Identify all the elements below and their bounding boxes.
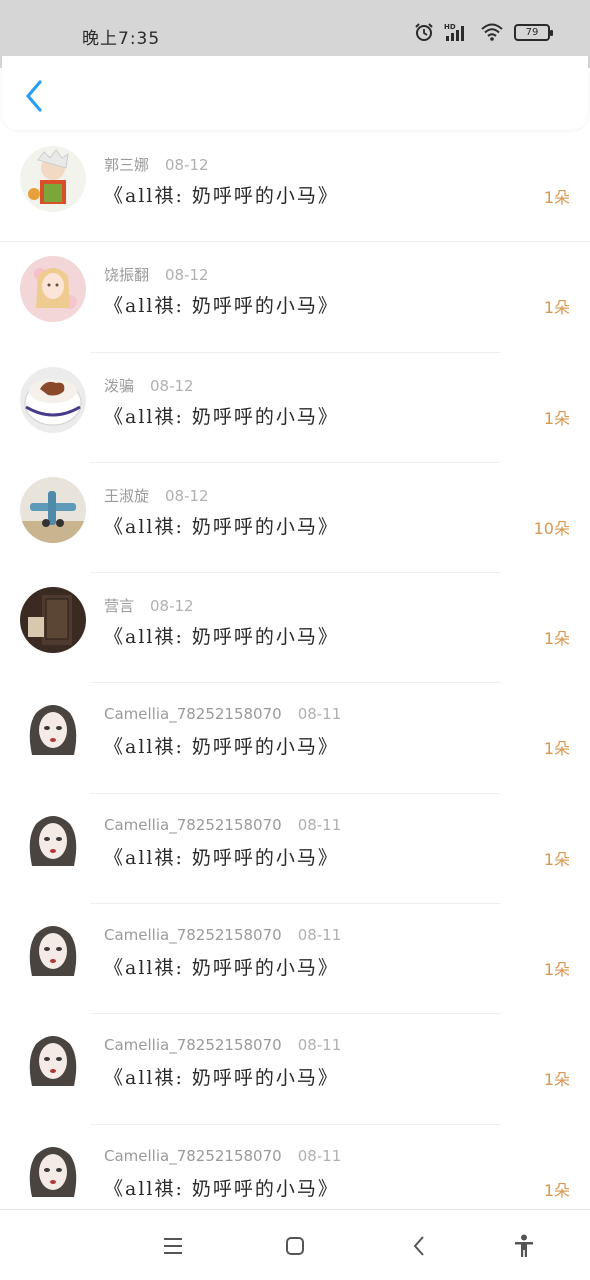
accessibility-icon	[515, 1234, 533, 1257]
list-item[interactable]: 王淑旋 08-12 《all祺: 奶呼呼的小马》 10朵	[0, 463, 590, 574]
avatar[interactable]	[20, 146, 86, 212]
sender-meta: 饶振翻 08-12	[104, 264, 209, 285]
sender-meta: Camellia_78252158070 08-11	[104, 1036, 341, 1054]
home-button[interactable]	[280, 1232, 310, 1260]
sender-name: 饶振翻	[104, 266, 150, 285]
girl-portrait-avatar-icon	[20, 918, 86, 985]
network-label: HD	[444, 23, 456, 31]
list-item[interactable]: Camellia_78252158070 08-11 《all祺: 奶呼呼的小马》…	[0, 1014, 590, 1125]
home-square-icon	[286, 1237, 304, 1255]
anime-blonde-avatar-icon	[20, 256, 86, 323]
menu-button[interactable]	[158, 1232, 188, 1260]
sender-name: 营言	[104, 597, 135, 616]
send-date: 08-12	[165, 156, 209, 174]
flower-count: 1朵	[543, 849, 570, 869]
avatar[interactable]	[20, 256, 86, 323]
book-title: 《all祺: 奶呼呼的小马》	[104, 1067, 339, 1090]
sender-name: Camellia_78252158070	[104, 1036, 282, 1055]
list-item[interactable]: 饶振翻 08-12 《all祺: 奶呼呼的小马》 1朵	[0, 242, 590, 353]
accessibility-button[interactable]	[509, 1232, 539, 1260]
sender-meta: 营言 08-12	[104, 595, 194, 616]
flower-count: 1朵	[543, 739, 570, 759]
flower-count: 1朵	[543, 629, 570, 649]
system-back-button[interactable]	[404, 1232, 434, 1260]
flower-count: 1朵	[543, 1180, 570, 1200]
book-title: 《all祺: 奶呼呼的小马》	[104, 1177, 339, 1200]
book-title: 《all祺: 奶呼呼的小马》	[104, 515, 339, 538]
status-icons: HD 79	[414, 22, 553, 42]
sender-name: Camellia_78252158070	[104, 705, 282, 724]
signal-icon: HD	[444, 22, 470, 42]
book-title: 《all祺: 奶呼呼的小马》	[104, 405, 339, 428]
status-time: 晚上7:35	[82, 29, 161, 49]
sender-name: Camellia_78252158070	[104, 815, 282, 834]
back-button[interactable]	[18, 78, 50, 114]
battery-icon: 79	[514, 23, 553, 41]
girl-portrait-avatar-icon	[20, 1028, 86, 1095]
send-date: 08-12	[150, 597, 194, 616]
alarm-icon	[414, 22, 434, 42]
avatar[interactable]	[20, 366, 86, 433]
sender-name: 王淑旋	[104, 486, 150, 505]
list-item[interactable]: 郭三娜 08-12 《all祺: 奶呼呼的小马》 1朵	[0, 132, 590, 243]
chevron-left-icon	[26, 80, 42, 112]
girl-portrait-avatar-icon	[20, 807, 86, 874]
coffee-cup-avatar-icon	[20, 366, 86, 433]
list-item[interactable]: Camellia_78252158070 08-11 《all祺: 奶呼呼的小马》…	[0, 794, 590, 905]
sender-meta: Camellia_78252158070 08-11	[104, 926, 341, 944]
sender-name: 郭三娜	[104, 156, 150, 174]
avatar[interactable]	[20, 476, 86, 543]
book-title: 《all祺: 奶呼呼的小马》	[104, 957, 339, 980]
back-triangle-icon	[413, 1236, 424, 1256]
send-date: 08-12	[165, 266, 209, 285]
list-item[interactable]: Camellia_78252158070 08-11 《all祺: 奶呼呼的小马》…	[0, 683, 590, 794]
sender-name: Camellia_78252158070	[104, 1146, 282, 1165]
girl-portrait-avatar-icon	[20, 1138, 86, 1205]
send-date: 08-12	[165, 486, 209, 505]
wifi-icon	[480, 22, 504, 42]
menu-icon	[164, 1238, 182, 1254]
send-date: 08-11	[297, 926, 342, 945]
girl-portrait-avatar-icon	[20, 697, 86, 764]
sender-meta: 王淑旋 08-12	[104, 485, 209, 506]
avatar[interactable]	[20, 918, 86, 985]
system-nav-bar	[0, 1209, 590, 1280]
flower-count: 1朵	[543, 408, 570, 428]
book-title: 《all祺: 奶呼呼的小马》	[104, 185, 339, 207]
gift-record-list: 郭三娜 08-12 《all祺: 奶呼呼的小马》 1朵 饶振翻 08-12 《all…	[0, 132, 590, 1235]
flower-count: 1朵	[543, 188, 570, 207]
flower-count: 10朵	[533, 518, 570, 538]
send-date: 08-11	[297, 1146, 342, 1165]
cartoon-girl-avatar-icon	[20, 146, 86, 212]
dark-room-avatar-icon	[20, 587, 86, 654]
top-header	[2, 56, 588, 130]
sender-name: 泼骗	[104, 376, 135, 395]
sender-meta: Camellia_78252158070 08-11	[104, 1147, 341, 1165]
send-date: 08-11	[297, 705, 342, 724]
sender-meta: Camellia_78252158070 08-11	[104, 816, 341, 834]
send-date: 08-11	[297, 1036, 342, 1055]
sender-name: Camellia_78252158070	[104, 926, 282, 945]
send-date: 08-11	[297, 815, 342, 834]
toy-plane-avatar-icon	[20, 476, 86, 543]
sender-meta: Camellia_78252158070 08-11	[104, 705, 341, 723]
flower-count: 1朵	[543, 960, 570, 980]
list-item[interactable]: 泼骗 08-12 《all祺: 奶呼呼的小马》 1朵	[0, 353, 590, 463]
avatar[interactable]	[20, 1138, 86, 1205]
avatar[interactable]	[20, 807, 86, 874]
flower-count: 1朵	[543, 298, 570, 318]
list-item[interactable]: Camellia_78252158070 08-11 《all祺: 奶呼呼的小马》…	[0, 904, 590, 1015]
book-title: 《all祺: 奶呼呼的小马》	[104, 295, 339, 318]
list-item[interactable]: 营言 08-12 《all祺: 奶呼呼的小马》 1朵	[0, 573, 590, 684]
avatar[interactable]	[20, 697, 86, 764]
book-title: 《all祺: 奶呼呼的小马》	[104, 846, 339, 869]
sender-meta: 泼骗 08-12	[104, 375, 194, 396]
avatar[interactable]	[20, 587, 86, 654]
avatar[interactable]	[20, 1028, 86, 1095]
flower-count: 1朵	[543, 1070, 570, 1090]
book-title: 《all祺: 奶呼呼的小马》	[104, 736, 339, 759]
send-date: 08-12	[150, 376, 194, 395]
sender-meta: 郭三娜 08-12	[104, 154, 209, 175]
book-title: 《all祺: 奶呼呼的小马》	[104, 626, 339, 649]
